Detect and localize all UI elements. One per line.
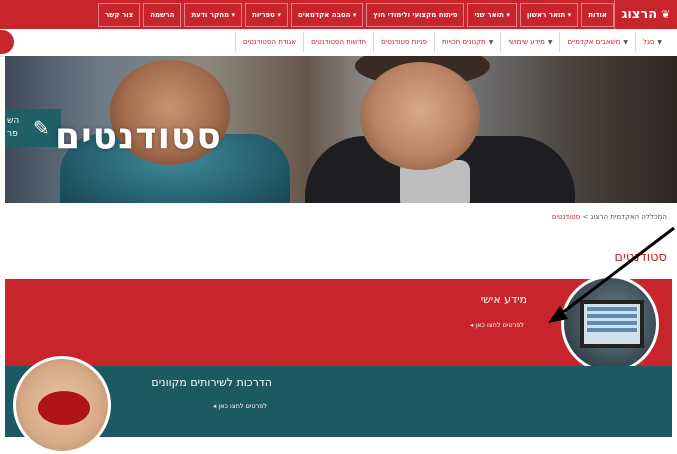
arrow-shaft <box>557 226 675 318</box>
annotation-arrow <box>548 226 675 323</box>
arrow-head <box>548 306 568 323</box>
